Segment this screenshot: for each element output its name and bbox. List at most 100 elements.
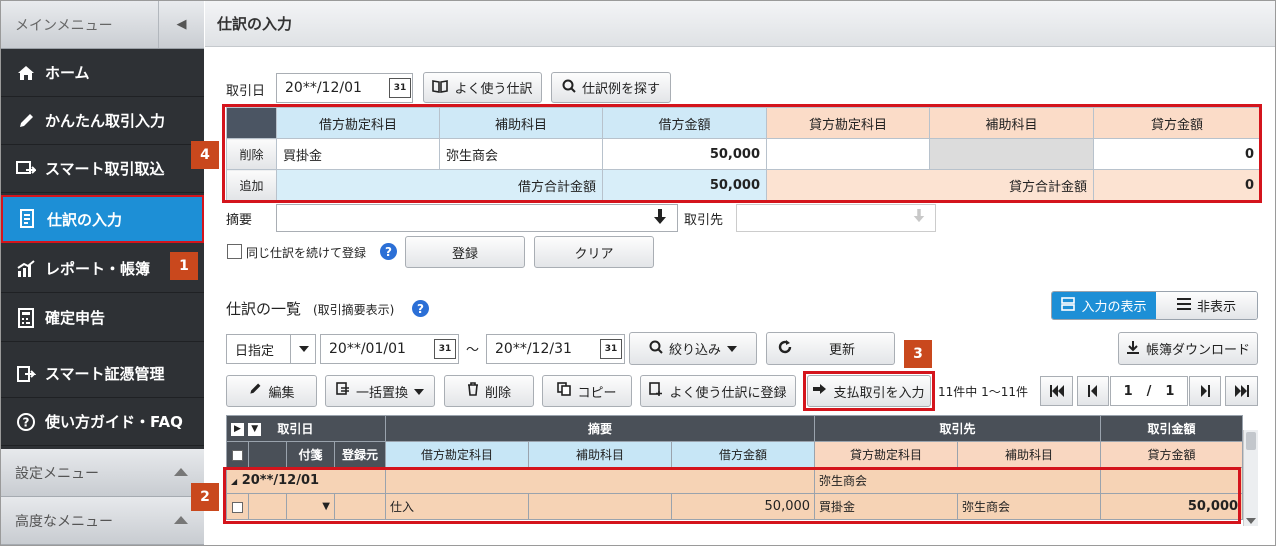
advanced-menu-header[interactable]: 高度なメニュー: [1, 497, 204, 545]
col-blank: [248, 441, 287, 468]
chevron-down-icon[interactable]: [290, 335, 316, 363]
sidebar-item-tax-return[interactable]: 確定申告: [1, 294, 204, 342]
lines-icon: [1176, 297, 1191, 314]
search-example-button[interactable]: 仕訳例を探す: [551, 72, 671, 103]
bookmark-add-icon: [649, 382, 663, 400]
prev-page-button[interactable]: [1077, 376, 1109, 406]
date-value: 20**/12/01: [285, 80, 362, 96]
col-debit-sub: 補助科目: [528, 441, 673, 468]
collapse-menu-icon[interactable]: ◀: [158, 1, 204, 48]
sidebar-item-journal-entry[interactable]: 仕訳の入力: [1, 195, 204, 243]
badge-3: 3: [904, 340, 932, 368]
chevron-down-icon: [727, 341, 737, 356]
scroll-down-icon[interactable]: [1246, 518, 1256, 524]
badge-2: 2: [191, 483, 219, 511]
register-frequent-label: よく使う仕訳に登録: [669, 385, 787, 401]
refresh-label: 更新: [829, 343, 856, 358]
home-icon: [15, 62, 37, 84]
copy-button[interactable]: コピー: [542, 375, 632, 407]
frequent-journal-button[interactable]: よく使う仕訳: [423, 72, 542, 103]
partner-label: 取引先: [684, 213, 724, 228]
chevron-down-icon: [414, 384, 424, 399]
col-tag: 付箋: [286, 441, 335, 468]
col-summary: 摘要: [385, 415, 816, 442]
highlight-box-2: [223, 467, 1241, 524]
page-indicator[interactable]: 1 / 1: [1110, 376, 1188, 406]
help-icon[interactable]: ?: [380, 243, 397, 260]
sidebar-item-label: 確定申告: [45, 309, 106, 327]
sidebar-item-guide-faq[interactable]: ? 使い方ガイド・FAQ: [1, 398, 204, 446]
filter-label: 絞り込み: [668, 343, 721, 358]
sidebar-item-easy-entry[interactable]: かんたん取引入力: [1, 97, 204, 145]
edit-button[interactable]: 編集: [226, 375, 317, 407]
bulk-replace-label: 一括置換: [355, 385, 408, 401]
collapse-down-icon[interactable]: ▼: [248, 423, 262, 436]
partner-input[interactable]: [736, 204, 936, 232]
page-separator: /: [1146, 383, 1152, 399]
badge-1: 1: [170, 252, 198, 280]
refresh-button[interactable]: 更新: [766, 332, 895, 365]
date-mode-value: 日指定: [235, 343, 275, 359]
to-calendar-icon[interactable]: 31: [600, 339, 622, 359]
help-icon: ?: [15, 411, 37, 433]
dropdown-arrow-icon[interactable]: [652, 208, 668, 230]
calendar-icon[interactable]: 31: [389, 78, 411, 98]
repeat-label: 同じ仕訳を続けて登録: [246, 246, 367, 260]
from-calendar-icon[interactable]: 31: [434, 339, 456, 359]
refresh-icon: [777, 339, 793, 359]
sidebar-item-home[interactable]: ホーム: [1, 49, 204, 97]
select-all-checkbox[interactable]: [232, 449, 243, 461]
download-ledger-label: 帳簿ダウンロード: [1145, 343, 1250, 358]
sidebar-item-smart-import[interactable]: スマート取引取込: [1, 145, 204, 193]
last-page-button[interactable]: [1225, 376, 1258, 406]
sidebar-item-label: スマート証憑管理: [45, 365, 165, 383]
replace-icon: [336, 382, 350, 400]
trash-icon: [467, 382, 479, 400]
register-frequent-button[interactable]: よく使う仕訳に登録: [640, 375, 796, 407]
highlight-box-3: [803, 371, 935, 411]
show-input-label: 入力の表示: [1081, 300, 1147, 315]
date-header: ▶ ▼ 取引日: [225, 415, 387, 442]
show-input-button[interactable]: 入力の表示: [1052, 292, 1156, 319]
summary-input[interactable]: [276, 204, 678, 232]
list-view-icon: [1061, 296, 1076, 315]
page-title: 仕訳の入力: [205, 1, 1275, 47]
bulk-replace-button[interactable]: 一括置換: [325, 375, 435, 407]
expand-right-icon[interactable]: ▶: [231, 423, 244, 436]
select-all-cell[interactable]: [226, 441, 249, 468]
advanced-menu-label: 高度なメニュー: [15, 513, 113, 530]
scrollbar-thumb[interactable]: [1246, 432, 1256, 450]
copy-icon: [557, 382, 572, 400]
next-page-button[interactable]: [1189, 376, 1221, 406]
book-icon: [432, 79, 449, 97]
list-help-icon[interactable]: ?: [412, 300, 429, 317]
first-page-button[interactable]: [1040, 376, 1073, 406]
register-button[interactable]: 登録: [405, 236, 525, 268]
sidebar-item-smart-voucher[interactable]: スマート証憑管理: [1, 350, 204, 398]
delete-button[interactable]: 削除: [444, 375, 534, 407]
col-partner: 取引先: [814, 415, 1102, 442]
sidebar-item-label: スマート取引取込: [45, 160, 165, 178]
col-credit-amount: 貸方金額: [1100, 441, 1244, 468]
vertical-scrollbar[interactable]: [1243, 430, 1258, 526]
partner-dropdown-icon[interactable]: [912, 208, 926, 228]
edit-label: 編集: [268, 385, 295, 401]
frequent-journal-label: よく使う仕訳: [454, 82, 533, 97]
list-subtitle: (取引摘要表示): [313, 303, 395, 317]
filter-button[interactable]: 絞り込み: [629, 332, 757, 365]
sidebar-item-label: 仕訳の入力: [47, 210, 123, 229]
clear-button[interactable]: クリア: [534, 236, 654, 268]
to-date-value: 20**/12/31: [495, 341, 572, 357]
pencil-icon: [248, 382, 262, 400]
search-example-label: 仕訳例を探す: [581, 82, 660, 97]
settings-menu-header[interactable]: 設定メニュー: [1, 449, 204, 497]
repeat-checkbox[interactable]: [227, 244, 242, 259]
sidebar-item-label: ホーム: [45, 64, 90, 82]
download-ledger-button[interactable]: 帳簿ダウンロード: [1118, 332, 1258, 365]
hide-button[interactable]: 非表示: [1156, 292, 1257, 319]
document-icon: [15, 363, 37, 385]
sidebar-item-label: レポート・帳簿: [45, 260, 151, 278]
range-tilde: ～: [466, 343, 480, 358]
expand-up-icon: [174, 516, 188, 524]
highlight-box-4: [222, 104, 1262, 203]
